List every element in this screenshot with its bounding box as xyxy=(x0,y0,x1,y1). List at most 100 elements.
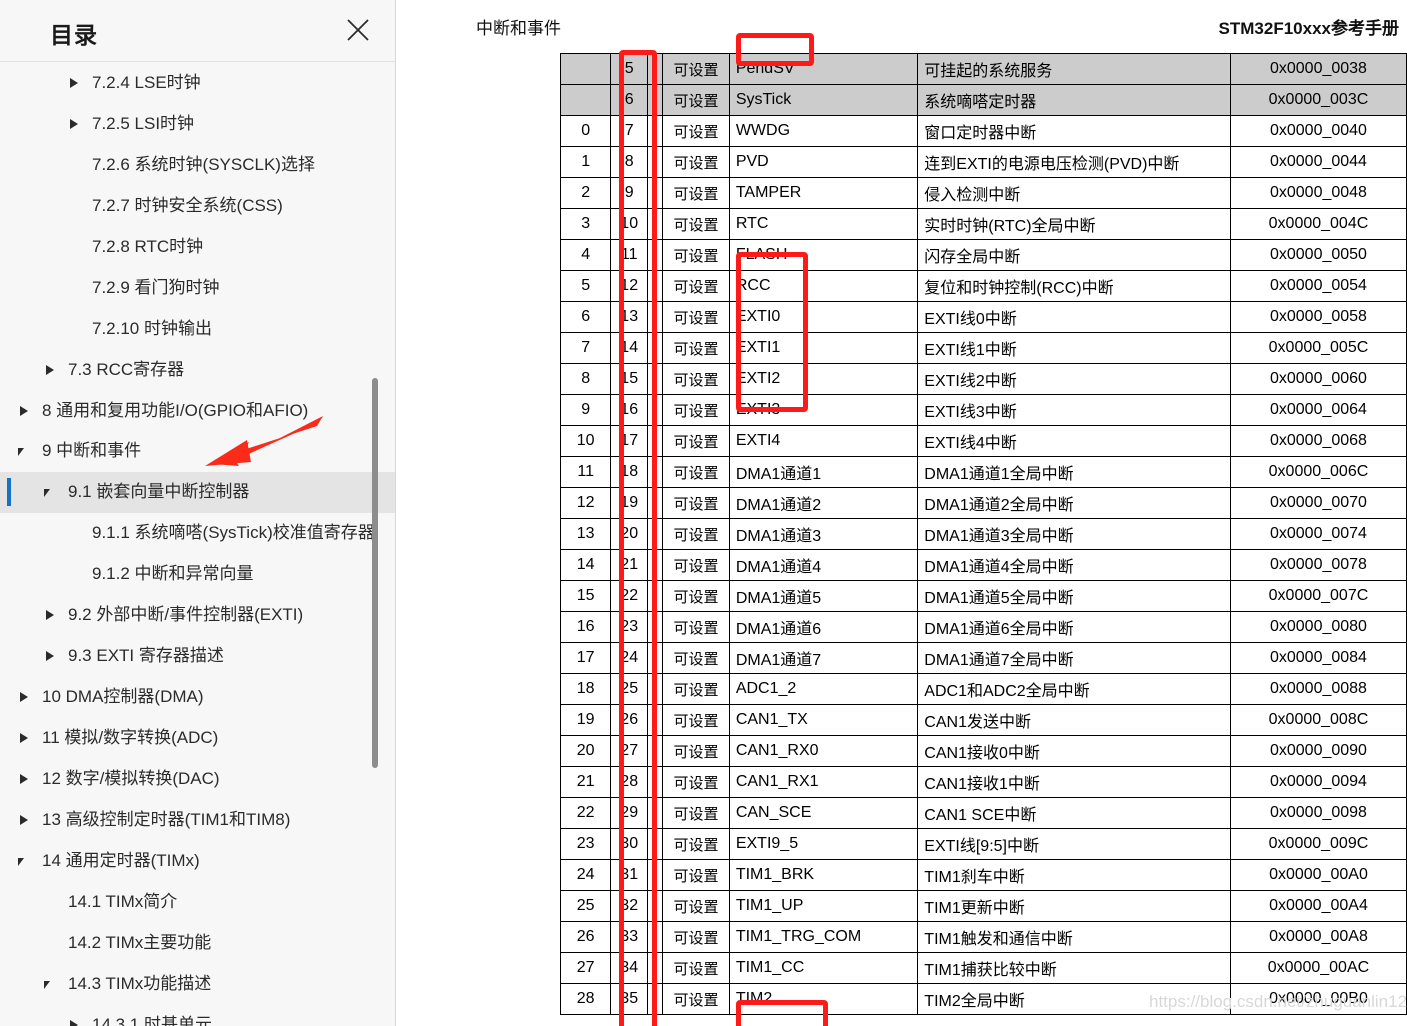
cell-priority: 1 xyxy=(559,146,612,178)
cell-name: RCC xyxy=(728,270,919,302)
table-row: 5 可设置 PendSV 可挂起的系统服务 0x0000_0038 xyxy=(559,53,1407,85)
no-twisty-spacer xyxy=(44,896,58,910)
chevron-right-icon[interactable] xyxy=(44,364,58,378)
cell-description: ADC1和ADC2全局中断 xyxy=(917,673,1231,705)
cell-description: 系统嘀嗒定时器 xyxy=(917,84,1231,116)
sidebar-item[interactable]: 7.2.9 看门狗时钟 xyxy=(0,268,395,309)
cell-description: DMA1通道7全局中断 xyxy=(917,642,1231,674)
cell-address: 0x0000_00A8 xyxy=(1229,921,1407,953)
toc-item-list: 7.2.4 LSE时钟 7.2.5 LSI时钟 7.2.6 系统时钟(SYSCLK)… xyxy=(0,63,395,1026)
cell-address: 0x0000_0098 xyxy=(1229,797,1407,829)
chevron-right-icon[interactable] xyxy=(44,650,58,664)
cell-type: 可设置 xyxy=(662,518,730,550)
cell-type: 可设置 xyxy=(662,580,730,612)
cell-description: DMA1通道4全局中断 xyxy=(917,549,1231,581)
sidebar-item[interactable]: 7.2.5 LSI时钟 xyxy=(0,104,395,145)
cell-priority: 15 xyxy=(559,580,612,612)
cell-position: 16 xyxy=(610,394,649,426)
chevron-right-icon[interactable] xyxy=(18,405,32,419)
sidebar-item[interactable]: 11 模拟/数字转换(ADC) xyxy=(0,718,395,759)
cell-spacer xyxy=(647,580,664,612)
cell-priority: 14 xyxy=(559,549,612,581)
sidebar-item[interactable]: 7.3 RCC寄存器 xyxy=(0,350,395,391)
sidebar-item[interactable]: 9.3 EXTI 寄存器描述 xyxy=(0,636,395,677)
sidebar-item[interactable]: 12 数字/模拟转换(DAC) xyxy=(0,759,395,800)
chevron-down-icon[interactable] xyxy=(18,855,32,869)
cell-description: 实时时钟(RTC)全局中断 xyxy=(917,208,1231,240)
cell-name: PVD xyxy=(728,146,919,178)
sidebar-item[interactable]: 9.1.2 中断和异常向量 xyxy=(0,554,395,595)
chevron-right-icon[interactable] xyxy=(18,773,32,787)
cell-type: 可设置 xyxy=(662,84,730,116)
cell-priority xyxy=(559,84,612,116)
sidebar-item-label: 7.2.7 时钟安全系统(CSS) xyxy=(92,195,283,215)
cell-address: 0x0000_0064 xyxy=(1229,394,1407,426)
sidebar-item-label: 14 通用定时器(TIMx) xyxy=(42,850,200,870)
cell-description: TIM1刹车中断 xyxy=(917,859,1231,891)
cell-description: EXTI线4中断 xyxy=(917,425,1231,457)
sidebar-item[interactable]: 9.2 外部中断/事件控制器(EXTI) xyxy=(0,595,395,636)
sidebar-item[interactable]: 14.2 TIMx主要功能 xyxy=(0,923,395,964)
chevron-down-icon[interactable] xyxy=(44,978,58,992)
no-twisty-spacer xyxy=(68,568,82,582)
sidebar-item[interactable]: 7.2.10 时钟输出 xyxy=(0,309,395,350)
cell-priority: 0 xyxy=(559,115,612,147)
cell-type: 可设置 xyxy=(662,611,730,643)
cell-name: EXTI1 xyxy=(728,332,919,364)
table-row: 0 7 可设置 WWDG 窗口定时器中断 0x0000_0040 xyxy=(559,115,1407,147)
sidebar-item[interactable]: 9.1.1 系统嘀嗒(SysTick)校准值寄存器 xyxy=(0,513,395,554)
toc-scrollbar-thumb[interactable] xyxy=(372,378,378,768)
cell-priority: 27 xyxy=(559,952,612,984)
cell-type: 可设置 xyxy=(662,487,730,519)
cell-spacer xyxy=(647,115,664,147)
sidebar-item[interactable]: 13 高级控制定时器(TIM1和TIM8) xyxy=(0,800,395,841)
chevron-down-icon[interactable] xyxy=(44,486,58,500)
chevron-right-icon[interactable] xyxy=(18,691,32,705)
chevron-right-icon[interactable] xyxy=(18,732,32,746)
cell-type: 可设置 xyxy=(662,983,730,1015)
cell-priority: 13 xyxy=(559,518,612,550)
table-row: 12 19 可设置 DMA1通道2 DMA1通道2全局中断 0x0000_0070 xyxy=(559,487,1407,519)
close-icon[interactable] xyxy=(343,15,373,45)
cell-name: EXTI2 xyxy=(728,363,919,395)
cell-type: 可设置 xyxy=(662,146,730,178)
sidebar-item[interactable]: 9.1 嵌套向量中断控制器 xyxy=(0,472,395,514)
sidebar-item[interactable]: 7.2.8 RTC时钟 xyxy=(0,227,395,268)
sidebar-item[interactable]: 14.3.1 时基单元 xyxy=(0,1005,395,1026)
cell-address: 0x0000_0068 xyxy=(1229,425,1407,457)
sidebar-item[interactable]: 14.3 TIMx功能描述 xyxy=(0,964,395,1005)
chevron-down-icon[interactable] xyxy=(18,445,32,459)
sidebar-item[interactable]: 8 通用和复用功能I/O(GPIO和AFIO) xyxy=(0,391,395,432)
chevron-right-icon[interactable] xyxy=(44,609,58,623)
sidebar-item[interactable]: 14.1 TIMx简介 xyxy=(0,882,395,923)
cell-description: TIM1触发和通信中断 xyxy=(917,921,1231,953)
sidebar-item[interactable]: 10 DMA控制器(DMA) xyxy=(0,677,395,718)
table-row: 8 15 可设置 EXTI2 EXTI线2中断 0x0000_0060 xyxy=(559,363,1407,395)
interrupt-vector-table: 5 可设置 PendSV 可挂起的系统服务 0x0000_0038 6 可设置 SysTick… xyxy=(559,53,1407,1015)
cell-priority: 3 xyxy=(559,208,612,240)
sidebar-item-label: 11 模拟/数字转换(ADC) xyxy=(42,728,219,747)
chevron-right-icon[interactable] xyxy=(68,118,82,132)
cell-position: 18 xyxy=(610,456,649,488)
sidebar-item[interactable]: 9 中断和事件 xyxy=(0,431,395,472)
no-twisty-spacer xyxy=(44,937,58,951)
cell-address: 0x0000_0088 xyxy=(1229,673,1407,705)
sidebar-item[interactable]: 7.2.6 系统时钟(SYSCLK)选择 xyxy=(0,145,395,186)
chevron-right-icon[interactable] xyxy=(68,77,82,91)
sidebar-item[interactable]: 7.2.4 LSE时钟 xyxy=(0,63,395,104)
table-row: 14 21 可设置 DMA1通道4 DMA1通道4全局中断 0x0000_0078 xyxy=(559,549,1407,581)
cell-description: TIM1更新中断 xyxy=(917,890,1231,922)
cell-position: 35 xyxy=(610,983,649,1015)
chevron-right-icon[interactable] xyxy=(18,814,32,828)
sidebar-item[interactable]: 7.2.7 时钟安全系统(CSS) xyxy=(0,186,395,227)
chevron-right-icon[interactable] xyxy=(68,1019,82,1026)
cell-priority: 22 xyxy=(559,797,612,829)
table-row: 27 34 可设置 TIM1_CC TIM1捕获比较中断 0x0000_00AC xyxy=(559,952,1407,984)
no-twisty-spacer xyxy=(68,200,82,214)
cell-position: 6 xyxy=(610,84,649,116)
toc-scrollbar-track[interactable] xyxy=(372,63,387,1026)
cell-name: TIM2 xyxy=(728,983,919,1015)
sidebar-item[interactable]: 14 通用定时器(TIMx) xyxy=(0,841,395,882)
cell-position: 33 xyxy=(610,921,649,953)
table-row: 4 11 可设置 FLASH 闪存全局中断 0x0000_0050 xyxy=(559,239,1407,271)
